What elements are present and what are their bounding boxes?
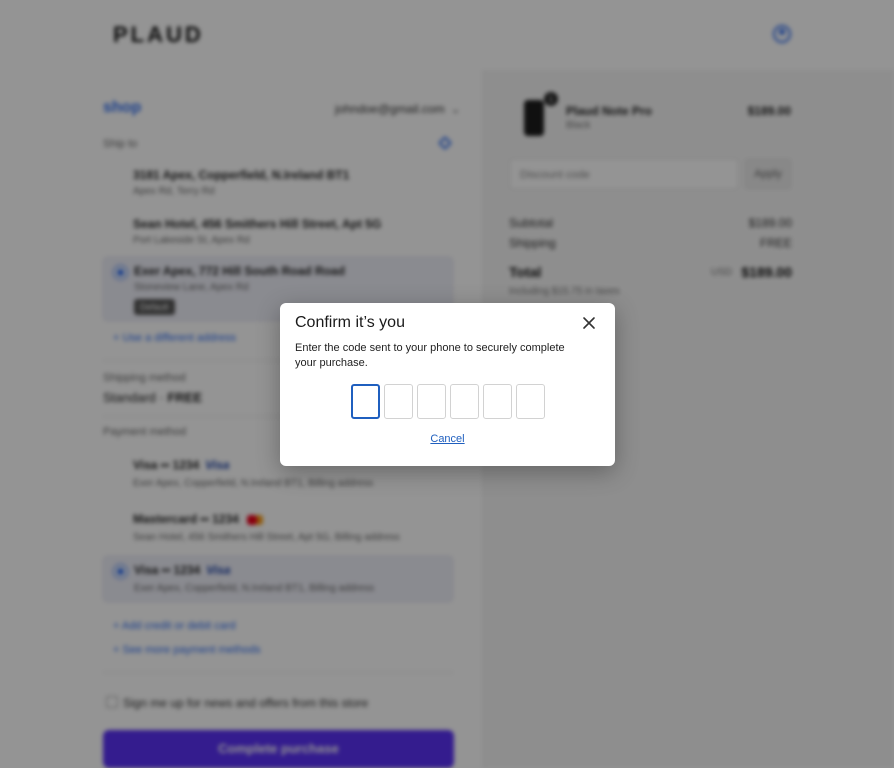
- code-digit-1[interactable]: [351, 384, 380, 419]
- confirm-identity-dialog: Confirm it’s you Enter the code sent to …: [280, 303, 615, 466]
- dialog-title: Confirm it’s you: [295, 314, 405, 331]
- code-digit-2[interactable]: [384, 384, 413, 419]
- code-digit-6[interactable]: [516, 384, 545, 419]
- cancel-link[interactable]: Cancel: [280, 433, 615, 445]
- dialog-description: Enter the code sent to your phone to sec…: [295, 342, 565, 369]
- close-icon[interactable]: [581, 315, 597, 331]
- code-digit-5[interactable]: [483, 384, 512, 419]
- code-digit-4[interactable]: [450, 384, 479, 419]
- code-digit-3[interactable]: [417, 384, 446, 419]
